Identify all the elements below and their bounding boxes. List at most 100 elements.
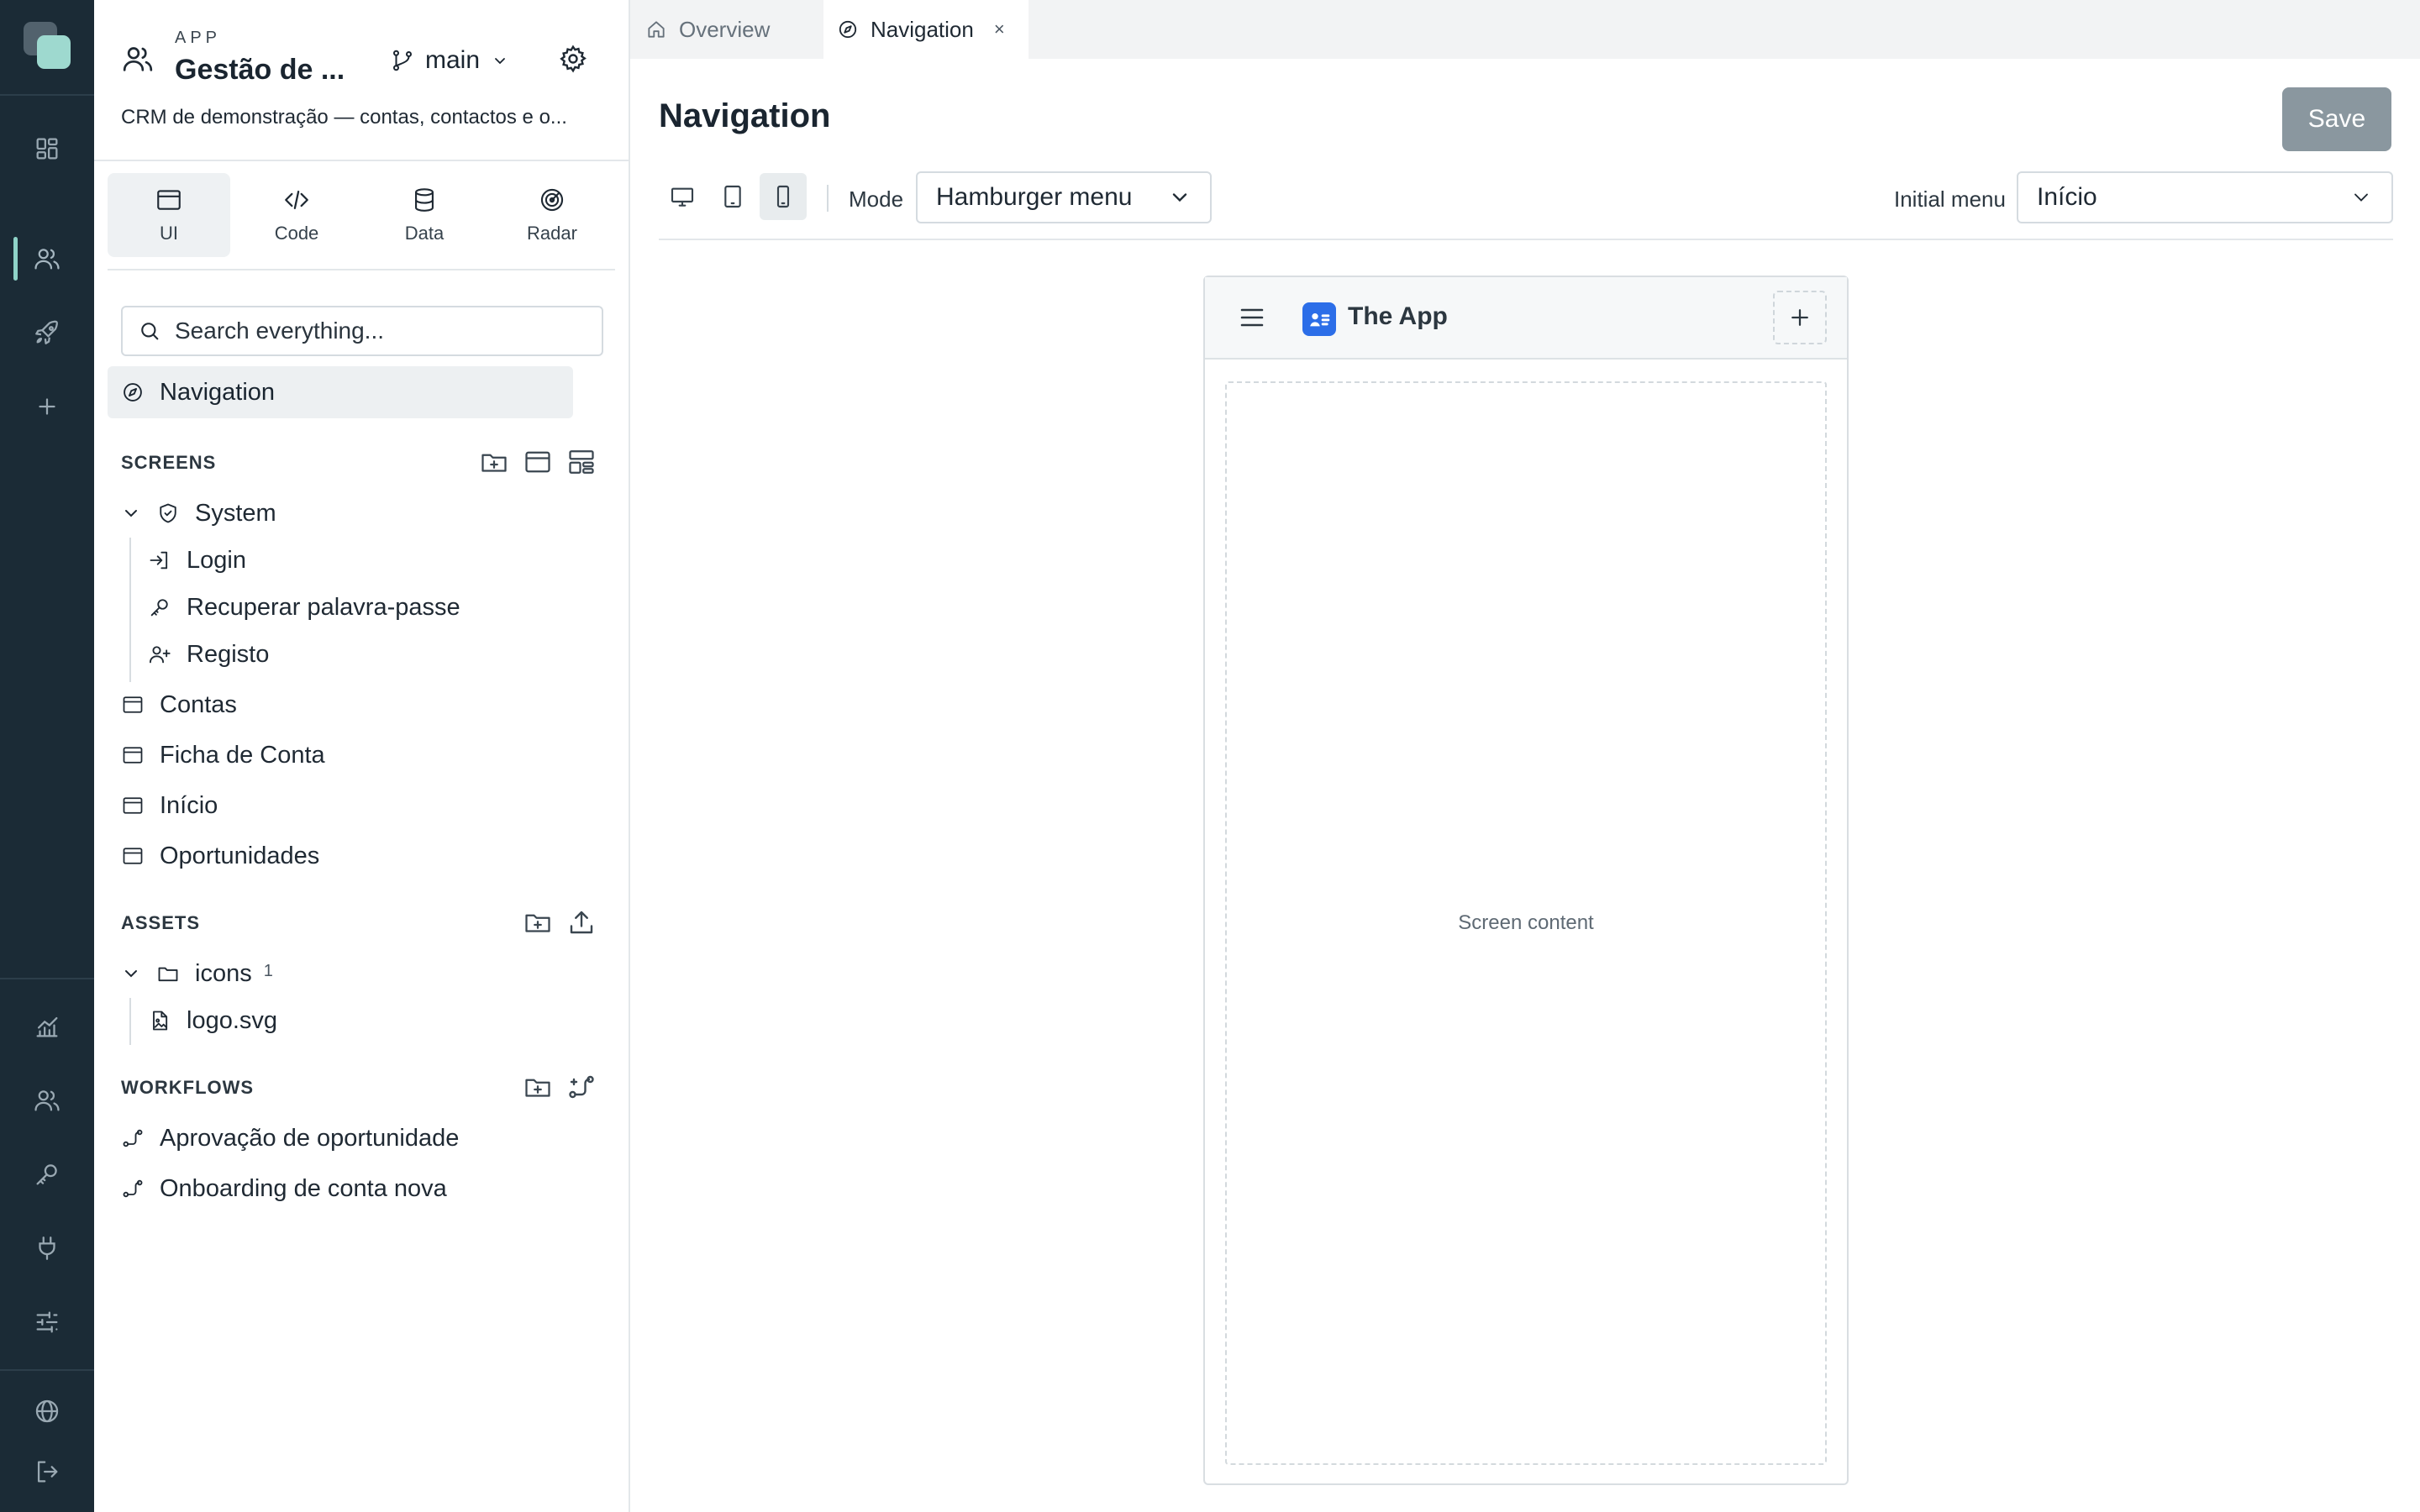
branch-selector[interactable]: main	[390, 44, 510, 77]
system-folder[interactable]: System	[121, 492, 276, 534]
desktop-view-icon[interactable]	[659, 173, 706, 220]
chevron-down-icon	[495, 58, 505, 65]
initial-menu-select[interactable]: Início	[2017, 171, 2393, 223]
app-kicker: APP	[175, 29, 222, 47]
screen-item-label: Início	[160, 791, 218, 819]
screen-item-register[interactable]: Registo	[148, 633, 269, 675]
new-folder-icon[interactable]	[523, 1072, 553, 1102]
screen-item-ficha-de-conta[interactable]: Ficha de Conta	[121, 734, 325, 776]
plus-icon[interactable]	[0, 376, 94, 437]
git-branch-icon	[393, 50, 412, 71]
tab-navigation[interactable]: Navigation ×	[823, 0, 1028, 59]
rail-divider	[0, 978, 94, 979]
branch-name: main	[425, 46, 481, 74]
tab-radar-label: Radar	[527, 223, 577, 244]
tab-code[interactable]: Code	[235, 173, 358, 257]
gear-icon[interactable]	[558, 44, 588, 74]
initial-menu-label: Initial menu	[1894, 186, 2006, 212]
logout-icon[interactable]	[0, 1441, 94, 1502]
logo-front-square	[37, 35, 71, 69]
login-icon	[150, 551, 168, 570]
phone-preview: The App Screen content	[1203, 276, 1849, 1485]
sliders-icon[interactable]	[0, 1292, 94, 1352]
users-icon[interactable]	[0, 228, 94, 289]
screen-item-contas[interactable]: Contas	[121, 684, 237, 726]
screen-item-label: Recuperar palavra-passe	[187, 593, 460, 621]
radar-icon	[540, 188, 564, 212]
team-icon[interactable]	[0, 1070, 94, 1131]
screen-item-label: Ficha de Conta	[160, 741, 325, 769]
new-folder-icon[interactable]	[523, 907, 553, 937]
compass-icon	[124, 383, 142, 402]
analytics-icon[interactable]	[0, 996, 94, 1057]
workflow-icon	[123, 1179, 143, 1198]
globe-icon[interactable]	[0, 1381, 94, 1441]
tab-ui-label: UI	[160, 223, 178, 244]
explorer-panel: APP Gestão de ... main CRM de demonstraç…	[94, 0, 630, 1512]
screen-item-label: Contas	[160, 690, 237, 718]
screen-item-label: Login	[187, 546, 246, 574]
workflow-icon	[123, 1129, 143, 1147]
hamburger-menu-icon[interactable]	[1237, 302, 1267, 333]
key-icon[interactable]	[0, 1144, 94, 1205]
layout-template-icon[interactable]	[566, 447, 597, 477]
search-icon	[141, 323, 159, 340]
product-logo[interactable]	[24, 22, 71, 69]
search-input[interactable]	[175, 318, 578, 344]
tab-data[interactable]: Data	[363, 173, 486, 257]
new-screen-icon[interactable]	[523, 447, 553, 477]
phone-view-icon[interactable]	[760, 173, 807, 220]
folder-count: 1	[263, 961, 273, 980]
tab-ui[interactable]: UI	[108, 173, 230, 257]
browser-window-icon	[157, 190, 181, 210]
workflow-item-onboarding[interactable]: Onboarding de conta nova	[121, 1168, 447, 1210]
close-icon[interactable]: ×	[994, 18, 1005, 40]
folder-label: icons	[195, 959, 252, 987]
navigation-item[interactable]: Navigation	[108, 366, 573, 418]
upload-icon[interactable]	[566, 907, 597, 937]
tab-overview[interactable]: Overview	[645, 0, 823, 59]
browser-window-icon	[123, 797, 143, 814]
global-rail	[0, 0, 94, 1512]
divider	[108, 269, 615, 270]
contact-card-icon	[1302, 302, 1336, 336]
mode-label: Mode	[849, 186, 904, 212]
screen-item-login[interactable]: Login	[148, 539, 246, 581]
key-icon	[150, 599, 168, 617]
assets-section-title: ASSETS	[121, 912, 201, 933]
tab-radar[interactable]: Radar	[491, 173, 613, 257]
tab-navigation-label: Navigation	[871, 16, 974, 42]
tab-code-label: Code	[274, 223, 319, 244]
tab-overview-label: Overview	[679, 16, 771, 42]
add-icon[interactable]	[1773, 291, 1827, 344]
dashboard-icon[interactable]	[0, 118, 94, 179]
workflows-section-title: WORKFLOWS	[121, 1077, 255, 1098]
new-folder-icon[interactable]	[479, 447, 509, 477]
compass-icon	[839, 20, 857, 39]
workflow-icon[interactable]	[566, 1072, 597, 1102]
screen-item-label: Oportunidades	[160, 842, 320, 869]
initial-menu-select-value: Início	[2037, 183, 2097, 211]
tree-guide-line	[129, 998, 131, 1045]
search-field[interactable]	[121, 306, 603, 356]
image-file-icon	[153, 1011, 168, 1031]
rocket-icon[interactable]	[0, 302, 94, 363]
plug-icon[interactable]	[0, 1218, 94, 1278]
code-icon	[285, 190, 308, 210]
screen-item-oportunidades[interactable]: Oportunidades	[121, 835, 319, 877]
home-icon	[648, 21, 665, 38]
app-name: Gestão de ...	[175, 54, 345, 86]
mode-select[interactable]: Hamburger menu	[916, 171, 1212, 223]
screen-item-recover-password[interactable]: Recuperar palavra-passe	[148, 586, 460, 628]
page-title: Navigation	[659, 97, 831, 134]
assets-folder-icons[interactable]: icons 1	[121, 953, 273, 995]
screen-item-inicio[interactable]: Início	[121, 785, 218, 827]
chevron-down-icon	[1172, 193, 1187, 202]
save-button[interactable]: Save	[2282, 87, 2391, 151]
mode-select-value: Hamburger menu	[936, 183, 1133, 211]
asset-file-logo[interactable]: logo.svg	[148, 1000, 277, 1042]
workflow-item-aprovacao[interactable]: Aprovação de oportunidade	[121, 1117, 459, 1159]
preview-app-bar: The App	[1205, 277, 1847, 360]
app-users-icon	[121, 42, 155, 76]
tablet-view-icon[interactable]	[709, 173, 756, 220]
